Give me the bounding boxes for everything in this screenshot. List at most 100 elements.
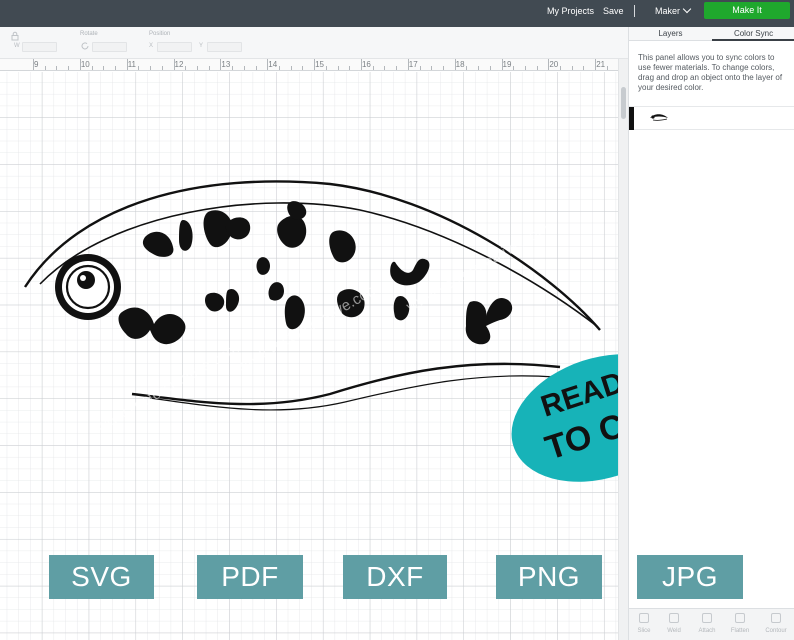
ruler-number: 15: [315, 60, 324, 69]
right-panel: Layers Color Sync This panel allows you …: [628, 27, 794, 640]
width-field[interactable]: [22, 42, 57, 52]
color-swatch[interactable]: [629, 107, 634, 130]
ready-to-cut-badge: READY TO CUT: [511, 354, 618, 482]
ruler-tick: [114, 66, 116, 70]
ruler-number: 14: [268, 60, 278, 69]
position-x-field[interactable]: [157, 42, 192, 52]
ruler-tick: [431, 66, 433, 70]
position-label: Position: [149, 31, 171, 37]
ruler-tick: [208, 66, 210, 70]
weld-label: Weld: [667, 628, 681, 634]
ruler-number: 9: [34, 60, 39, 69]
rotate-label: Rotate: [80, 31, 98, 37]
ruler-number: 10: [80, 60, 90, 69]
edit-toolbar: W Rotate Position X Y: [0, 27, 628, 59]
ruler-tick: [232, 66, 234, 70]
ruler-tick: [103, 66, 105, 70]
ruler-tick: [407, 59, 409, 70]
panel-actions: Slice Weld Attach Flatten Contour: [629, 608, 794, 640]
ruler-tick: [536, 66, 538, 70]
ruler-tick: [68, 66, 70, 70]
topbar-separator: [634, 5, 635, 17]
svg-text:www.vectorcreative.com: www.vectorcreative.com: [233, 280, 382, 376]
save-button[interactable]: Save: [603, 0, 624, 22]
ruler-number: 13: [221, 60, 231, 69]
ruler-tick: [196, 66, 198, 70]
ruler-tick: [501, 59, 503, 70]
ruler-tick: [396, 66, 398, 70]
rotate-icon: [81, 42, 89, 50]
slice-icon: [639, 613, 649, 623]
color-layer-row[interactable]: [629, 106, 794, 130]
ruler-tick: [290, 66, 292, 70]
my-projects-link[interactable]: My Projects: [547, 0, 594, 22]
ruler-tick: [44, 66, 46, 70]
ruler-tick: [255, 66, 257, 70]
ruler-number: 12: [174, 60, 184, 69]
ruler-number: 16: [361, 60, 371, 69]
ruler-tick: [314, 59, 316, 70]
ruler-number: 11: [127, 60, 136, 69]
x-label: X: [149, 43, 154, 49]
ruler-tick: [489, 66, 491, 70]
ruler-tick: [56, 66, 58, 70]
ruler-number: 17: [408, 60, 418, 69]
ruler-tick: [337, 66, 339, 70]
ruler-tick: [419, 66, 421, 70]
chevron-down-icon[interactable]: [682, 4, 692, 14]
ruler-tick: [79, 59, 81, 70]
vertical-scrollbar[interactable]: [618, 59, 628, 640]
ruler-tick: [126, 59, 128, 70]
ruler-tick: [372, 66, 374, 70]
ruler-number: 20: [549, 60, 559, 69]
ruler-tick: [466, 66, 468, 70]
top-bar: My Projects Save Maker Make It: [0, 0, 794, 27]
machine-select[interactable]: Maker: [655, 0, 680, 22]
ruler-tick: [325, 66, 327, 70]
attach-icon: [702, 613, 712, 623]
width-label: W: [14, 43, 20, 49]
ruler-tick: [513, 66, 515, 70]
lock-icon[interactable]: [10, 31, 20, 41]
ruler-tick: [185, 66, 187, 70]
flatten-icon: [735, 613, 745, 623]
position-y-field[interactable]: [207, 42, 242, 52]
ruler-tick: [560, 66, 562, 70]
layer-thumbnail: [650, 114, 668, 121]
make-it-button[interactable]: Make It: [704, 2, 790, 19]
scroll-thumb[interactable]: [621, 87, 626, 119]
ruler-tick: [571, 66, 573, 70]
panel-tabs: Layers Color Sync: [629, 27, 794, 41]
flatten-label: Flatten: [730, 628, 750, 634]
ruler-tick: [548, 59, 550, 70]
ruler-tick: [220, 59, 222, 70]
ruler-tick: [524, 66, 526, 70]
format-badge-png: PNG: [496, 555, 602, 599]
attach-label: Attach: [698, 628, 716, 634]
ruler-tick: [606, 66, 608, 70]
ruler-tick: [583, 66, 585, 70]
weld-icon: [669, 613, 679, 623]
ruler-number: 18: [455, 60, 465, 69]
ruler-tick: [442, 66, 444, 70]
ruler-tick: [243, 66, 245, 70]
ruler-tick: [173, 59, 175, 70]
svg-text:www.vectorcreative.com: www.vectorcreative.com: [93, 340, 242, 436]
ruler-number: 21: [596, 60, 606, 69]
ruler-tick: [302, 66, 304, 70]
format-badge-svg: SVG: [49, 555, 154, 599]
horizontal-ruler: 9 10 11 12 13 14 15 16 17 18 19 20 21: [0, 59, 618, 71]
ruler-tick: [150, 66, 152, 70]
rotate-field[interactable]: [92, 42, 127, 52]
color-sync-description: This panel allows you to sync colors to …: [638, 53, 783, 92]
ruler-tick: [161, 66, 163, 70]
ruler-tick: [267, 59, 269, 70]
ruler-tick: [384, 66, 386, 70]
ruler-tick: [138, 66, 140, 70]
tab-layers[interactable]: Layers: [629, 27, 712, 41]
ruler-tick: [33, 59, 34, 70]
y-label: Y: [199, 43, 204, 49]
slice-label: Slice: [637, 628, 651, 634]
ruler-tick: [595, 59, 597, 70]
ruler-tick: [91, 66, 93, 70]
